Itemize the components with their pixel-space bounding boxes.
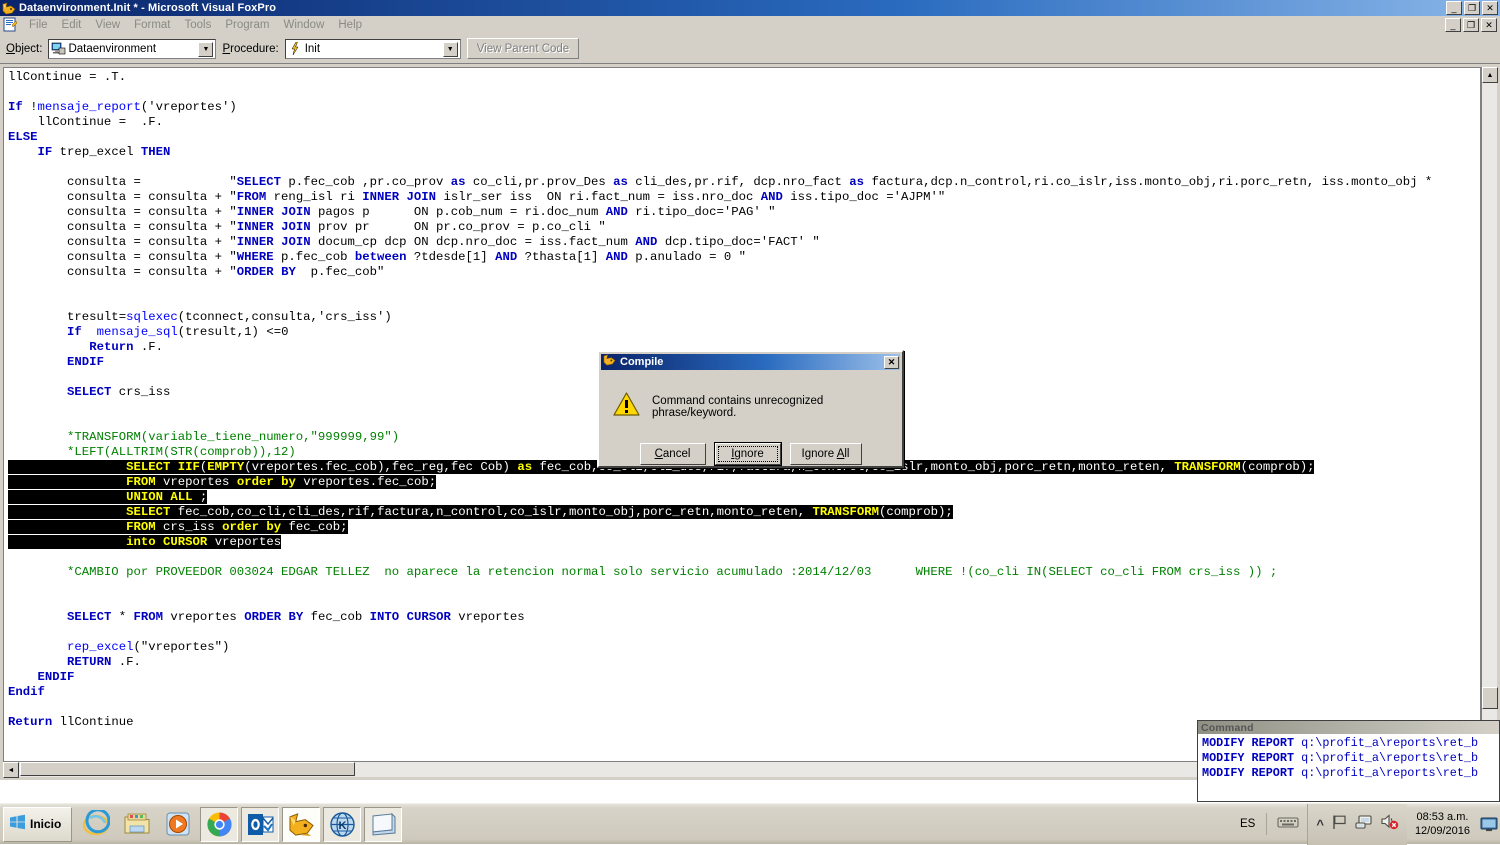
editor-vertical-scrollbar[interactable]: ▲ ▼ [1481,67,1498,762]
show-desktop-icon[interactable] [1478,804,1500,845]
document-close-button[interactable]: ✕ [1481,17,1497,32]
minimize-button[interactable]: _ [1446,1,1462,15]
object-combobox[interactable]: Dataenvironment ▼ [48,38,217,59]
menu-format[interactable]: Format [127,18,177,32]
outlook-icon[interactable] [241,806,280,842]
vertical-scrollbar-thumb[interactable] [1482,687,1498,709]
document-icon[interactable] [3,17,18,32]
clock[interactable]: 08:53 a.m. 12/09/2016 [1407,810,1478,838]
language-indicator[interactable]: ES [1231,818,1264,830]
tray-icon-group: ^ [1307,803,1407,845]
foxpro-fox-icon [603,353,616,371]
object-label: Object: [6,42,43,55]
compile-dialog: Compile ✕ Command contains unrecognized … [597,350,904,468]
close-button[interactable]: ✕ [1482,1,1498,15]
menu-help[interactable]: Help [331,18,369,32]
window-title: Dataenvironment.Init * - Microsoft Visua… [19,2,277,14]
chevron-up-icon[interactable]: ^ [1316,817,1324,832]
menu-program[interactable]: Program [218,18,276,32]
visual-foxpro-icon[interactable] [282,806,321,842]
internet-explorer-icon[interactable] [77,807,115,842]
command-window[interactable]: Command MODIFY REPORT q:\profit_a\report… [1197,720,1500,802]
maximize-button[interactable]: ❐ [1464,1,1480,15]
menu-view[interactable]: View [88,18,127,32]
compile-dialog-message: Command contains unrecognized phrase/key… [652,395,824,419]
windows-logo-icon [9,814,26,835]
network-icon[interactable] [1355,814,1373,835]
object-combobox-value: Dataenvironment [68,42,157,55]
file-explorer-icon[interactable] [118,807,156,842]
compile-dialog-title-bar: Compile ✕ [601,354,900,370]
volume-muted-icon[interactable] [1380,813,1399,835]
system-tray: ES ^ 08:53 a.m. 12/09/2016 [1231,803,1500,845]
dataenvironment-icon [51,42,66,55]
close-icon[interactable]: ✕ [884,355,899,369]
window-title-bar: Dataenvironment.Init * - Microsoft Visua… [0,0,1500,16]
keyboard-icon[interactable] [1269,814,1307,834]
window-controls: _ ❐ ✕ [1446,1,1500,15]
procedure-combobox-value: Init [304,42,321,55]
menu-tools[interactable]: Tools [178,18,219,32]
google-chrome-icon[interactable] [200,806,239,842]
cancel-button[interactable]: Cancel [639,443,706,465]
clock-time: 08:53 a.m. [1416,811,1469,823]
menu-edit[interactable]: Edit [55,18,89,32]
tray-divider [1266,813,1268,835]
taskbar: Inicio K ES ^ 08:53 a.m. 12/09/2016 [0,803,1500,845]
svg-text:K: K [338,820,346,832]
media-player-icon[interactable] [159,807,197,842]
command-window-title: Command [1201,721,1254,734]
quick-launch-bar: K [77,806,403,842]
chevron-down-icon[interactable]: ▼ [198,41,214,57]
k2b-globe-icon[interactable]: K [323,806,362,842]
start-button-label: Inicio [30,817,62,831]
notepad-icon[interactable] [364,806,403,842]
view-parent-code-button[interactable]: View Parent Code [466,38,580,59]
document-minimize-button[interactable]: _ [1445,17,1461,32]
start-button[interactable]: Inicio [3,806,73,842]
flag-icon[interactable] [1331,814,1348,835]
horizontal-scrollbar-thumb[interactable] [20,762,355,776]
menu-bar: File Edit View Format Tools Program Wind… [0,16,1500,34]
document-restore-button[interactable]: ❐ [1463,17,1479,32]
procedure-label: Procedure: [222,42,279,55]
chevron-down-icon[interactable]: ▼ [442,41,458,57]
menu-window[interactable]: Window [276,18,331,32]
clock-date: 12/09/2016 [1414,825,1470,837]
lightning-icon [288,41,303,56]
ignore-button[interactable]: Ignore [713,442,782,466]
procedure-combobox[interactable]: Init ▼ [284,38,461,59]
scroll-left-button[interactable]: ◄ [3,762,19,778]
scroll-up-button[interactable]: ▲ [1482,67,1498,83]
object-procedure-toolbar: Object: Dataenvironment ▼ Procedure: Ini… [0,34,1500,64]
command-window-body[interactable]: MODIFY REPORT q:\profit_a\reports\ret_b … [1198,734,1499,780]
compile-dialog-buttons: Cancel Ignore Ignore All [599,442,902,466]
warning-triangle-icon [613,392,640,422]
compile-dialog-message-row: Command contains unrecognized phrase/key… [613,392,902,422]
foxpro-fox-icon [2,2,16,15]
compile-dialog-title: Compile [620,356,664,368]
menu-file[interactable]: File [22,18,55,32]
ignore-all-button[interactable]: Ignore All [789,443,862,465]
command-window-title-bar: Command [1198,721,1499,734]
document-window-controls: _ ❐ ✕ [1445,17,1500,32]
